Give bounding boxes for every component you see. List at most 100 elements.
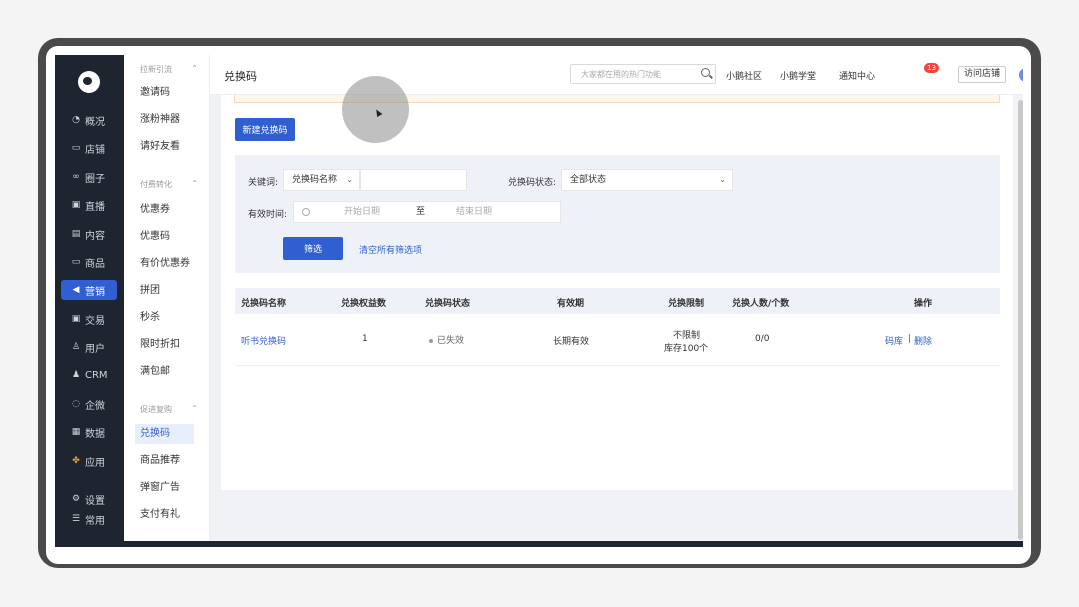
nav-frequent[interactable]: ☰ 常用 — [61, 509, 117, 529]
marketing-icon: ◀ — [72, 285, 80, 295]
goods-icon: ▭ — [71, 257, 81, 267]
primary-sidebar: ◔ 概况 ▭ 店铺 ∞ 圈子 ▣ 直播 ▤ 内容 ▭ 商品 ◀ 营销 ▣ 交易 ♙ 用户 ♟ CRM… — [55, 55, 124, 547]
keyword-label: 关键词: — [248, 178, 279, 188]
taskbar — [55, 541, 1023, 547]
user-icon: ♙ — [71, 342, 81, 352]
table-header: 兑换码名称 兑换权益数 兑换码状态 有效期 兑换限制 兑换人数/个数 操作 — [235, 288, 1000, 314]
nav-circle[interactable]: ∞ 圈子 — [61, 167, 117, 187]
chevron-up-icon: ⌃ — [191, 179, 198, 188]
snav-friend-watch[interactable]: 请好友看 — [140, 137, 180, 157]
menu-icon: ☰ — [71, 514, 81, 524]
snav-limited-discount[interactable]: 限时折扣 — [140, 335, 180, 355]
nav-store[interactable]: ▭ 店铺 — [61, 138, 117, 158]
row-status: 已失效 — [429, 333, 464, 346]
snav-free-shipping[interactable]: 满包邮 — [140, 362, 170, 382]
secondary-sidebar: 拉新引流 ⌃ 邀请码 涨粉神器 请好友看 付费转化 ⌃ 优惠券 优惠码 有价优惠券 … — [124, 55, 210, 547]
content-icon: ▤ — [71, 229, 81, 239]
nav-goods[interactable]: ▭ 商品 — [61, 252, 117, 272]
col-actions: 操作 — [914, 299, 933, 309]
col-name: 兑换码名称 — [241, 299, 287, 309]
status-dot-icon — [429, 338, 433, 343]
settings-icon: ⚙ — [71, 494, 81, 504]
table-row: 听书兑换码 1 已失效 长期有效 不限制 库存100个 0/0 码库 | 删除 — [235, 314, 1000, 366]
snav-redeem-code[interactable]: 兑换码 — [135, 424, 194, 444]
snav-group-buy[interactable]: 拼团 — [140, 281, 160, 301]
nav-overview[interactable]: ◔ 概况 — [61, 110, 117, 130]
snav-coupon[interactable]: 优惠券 — [140, 200, 170, 220]
trade-icon: ▣ — [71, 314, 81, 324]
data-icon: ▦ — [71, 427, 81, 437]
chevron-up-icon: ⌃ — [191, 64, 198, 73]
search-icon[interactable] — [701, 68, 710, 77]
search-box[interactable] — [570, 64, 716, 84]
page-title: 兑换码 — [224, 70, 257, 83]
nav-settings[interactable]: ⚙ 设置 — [61, 489, 117, 509]
overview-icon: ◔ — [72, 115, 80, 125]
end-date: 结束日期 — [456, 207, 493, 217]
date-range-picker[interactable]: 开始日期 至 结束日期 — [293, 201, 561, 223]
snav-paid-coupon[interactable]: 有价优惠券 — [140, 254, 190, 274]
group-conversion[interactable]: 付费转化 ⌃ — [140, 179, 198, 190]
app-screen: ◔ 概况 ▭ 店铺 ∞ 圈子 ▣ 直播 ▤ 内容 ▭ 商品 ◀ 营销 ▣ 交易 ♙ 用户 ♟ CRM… — [55, 55, 1023, 547]
group-acquisition[interactable]: 拉新引流 ⌃ — [140, 64, 198, 75]
search-input[interactable] — [571, 65, 691, 83]
logo-icon[interactable] — [78, 71, 100, 93]
row-benefits: 1 — [362, 334, 368, 344]
apps-icon: ✤ — [72, 456, 80, 466]
col-count: 兑换人数/个数 — [732, 299, 790, 309]
snav-popup-ad[interactable]: 弹窗广告 — [140, 478, 180, 498]
main-content: 新建兑换码 关键词: 兑换码名称 ⌄ 兑换码状态: 全部状态 ⌄ 有效时间: 开始日… — [221, 95, 1013, 490]
nav-apps[interactable]: ✤ 应用 — [61, 451, 117, 471]
filter-panel: 关键词: 兑换码名称 ⌄ 兑换码状态: 全部状态 ⌄ 有效时间: 开始日期 至 结束… — [235, 155, 1000, 273]
nav-live[interactable]: ▣ 直播 — [61, 195, 117, 215]
nav-crm[interactable]: ♟ CRM — [61, 365, 117, 385]
live-icon: ▣ — [71, 200, 81, 210]
visit-store-button[interactable]: 访问店铺 — [958, 66, 1006, 83]
store-icon: ▭ — [71, 143, 81, 153]
nav-marketing[interactable]: ◀ 营销 — [61, 280, 117, 300]
keyword-type-select[interactable]: 兑换码名称 ⌄ — [283, 169, 360, 191]
avatar[interactable] — [1019, 68, 1023, 82]
row-validity: 长期有效 — [553, 337, 590, 347]
snav-invite-code[interactable]: 邀请码 — [140, 83, 170, 103]
clear-filters-link[interactable]: 清空所有筛选项 — [359, 243, 422, 256]
nav-content[interactable]: ▤ 内容 — [61, 224, 117, 244]
snav-product-recommend[interactable]: 商品推荐 — [140, 451, 180, 471]
nav-wecom[interactable]: ◌ 企微 — [61, 394, 117, 414]
filter-button[interactable]: 筛选 — [283, 237, 343, 260]
group-repurchase[interactable]: 促进复购 ⌃ — [140, 404, 198, 415]
status-select[interactable]: 全部状态 ⌄ — [561, 169, 733, 191]
circle-icon: ∞ — [72, 172, 80, 182]
wecom-icon: ◌ — [72, 399, 80, 409]
snav-flash-sale[interactable]: 秒杀 — [140, 308, 160, 328]
status-label: 兑换码状态: — [508, 178, 557, 188]
col-status: 兑换码状态 — [425, 299, 471, 309]
row-name[interactable]: 听书兑换码 — [241, 334, 286, 347]
snav-coupon-code[interactable]: 优惠码 — [140, 227, 170, 247]
col-limit: 兑换限制 — [668, 299, 705, 309]
link-community[interactable]: 小鹅社区 — [726, 69, 762, 82]
snav-fan-booster[interactable]: 涨粉神器 — [140, 110, 180, 130]
link-notifications[interactable]: 通知中心 — [839, 69, 875, 82]
delete-link[interactable]: 删除 — [914, 334, 932, 347]
row-count: 0/0 — [755, 334, 770, 344]
clock-icon — [302, 208, 310, 216]
nav-data[interactable]: ▦ 数据 — [61, 422, 117, 442]
nav-user[interactable]: ♙ 用户 — [61, 337, 117, 357]
notification-badge: 13 — [924, 63, 939, 73]
new-redeem-code-button[interactable]: 新建兑换码 — [235, 118, 295, 141]
start-date: 开始日期 — [344, 207, 381, 217]
col-benefits: 兑换权益数 — [341, 299, 387, 309]
action-separator: | — [908, 334, 912, 344]
library-link[interactable]: 码库 — [885, 334, 903, 347]
top-header: 兑换码 小鹅社区 小鹅学堂 通知中心 13 访问店铺 ⌄ ⇄ — [210, 55, 1023, 95]
snav-payment-gift[interactable]: 支付有礼 — [140, 505, 180, 525]
crm-icon: ♟ — [71, 370, 81, 380]
nav-trade[interactable]: ▣ 交易 — [61, 309, 117, 329]
page-scrollbar[interactable] — [1018, 100, 1023, 540]
keyword-input[interactable] — [360, 169, 467, 191]
row-limit-type: 不限制 — [673, 331, 701, 341]
chevron-down-icon: ⌄ — [719, 175, 726, 184]
link-academy[interactable]: 小鹅学堂 — [780, 69, 816, 82]
time-label: 有效时间: — [248, 210, 288, 220]
